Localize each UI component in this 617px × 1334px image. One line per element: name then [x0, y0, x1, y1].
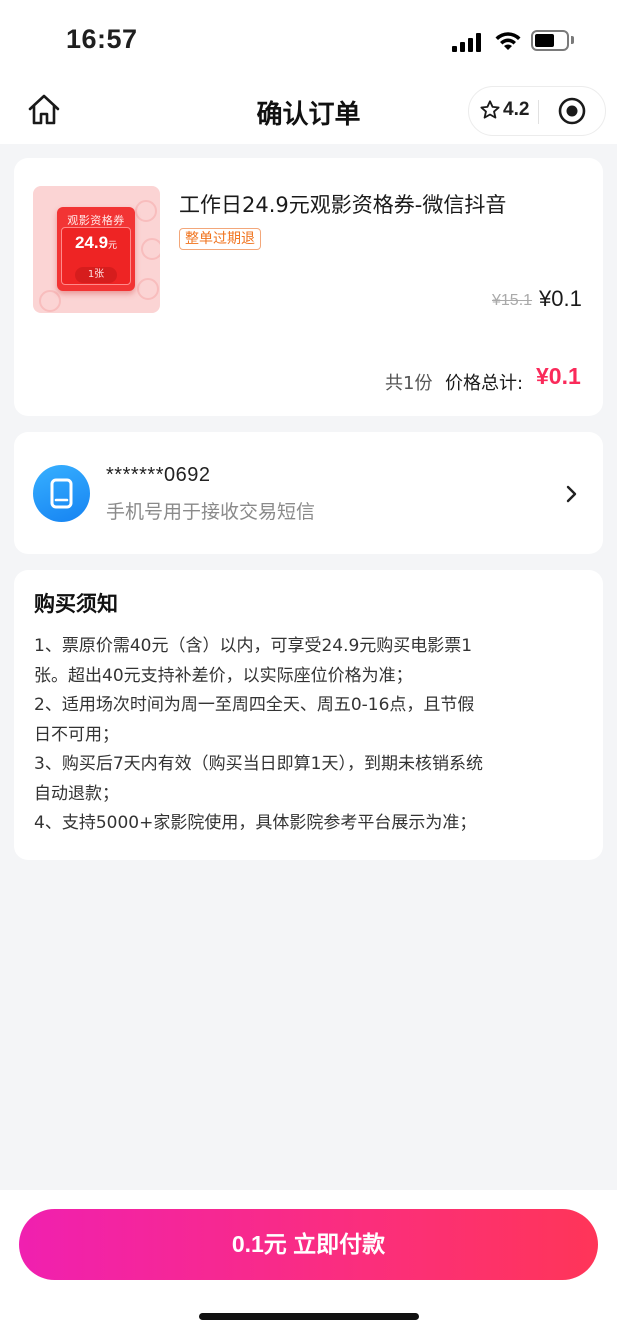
status-time: 16:57 [66, 24, 138, 54]
notice-line: 日不可用； [34, 724, 119, 745]
quantity-text: 共1份 [385, 373, 433, 394]
notice-line: 1、票原价需40元（含）以内，可享受24.9元购买电影票1 [34, 636, 473, 656]
refund-tag: 整单过期退 [179, 228, 261, 250]
signal-icon [452, 32, 484, 52]
ticket-title: 观影资格券 [67, 214, 125, 227]
product-card: 观影资格券 24.9元 1张 工作日24.9元观影资格券-微信抖音 整单过期退 … [14, 158, 603, 416]
notice-line: 张。超出40元支持补差价，以实际座位价格为准； [34, 665, 413, 686]
ticket-count: 1张 [75, 267, 117, 283]
star-icon[interactable] [479, 99, 501, 121]
mini-program-capsule: 4.2 [468, 86, 606, 136]
phone-icon [33, 465, 90, 522]
pay-now-button[interactable]: 0.1元 立即付款 [19, 1209, 598, 1280]
phone-number: *******0692 [106, 464, 211, 486]
rating-value[interactable]: 4.2 [503, 99, 529, 121]
total-label: 价格总计: [445, 373, 524, 394]
notice-title: 购买须知 [34, 592, 118, 616]
current-price: ¥0.1 [539, 286, 582, 311]
notice-body: 1、票原价需40元（含）以内，可享受24.9元购买电影票1 张。超出40元支持补… [34, 632, 590, 839]
ticket-amount: 24.9元 [74, 233, 118, 252]
product-name: 工作日24.9元观影资格券-微信抖音 [179, 193, 507, 217]
total-price: ¥0.1 [536, 363, 581, 389]
target-icon[interactable] [557, 96, 587, 126]
battery-icon [531, 30, 569, 51]
original-price: ¥15.1 [492, 292, 533, 309]
home-indicator [199, 1313, 419, 1320]
notice-line: 自动退款； [34, 783, 119, 804]
phone-hint: 手机号用于接收交易短信 [106, 501, 316, 523]
status-bar: 16:57 [0, 0, 617, 78]
purchase-notice-card: 购买须知 1、票原价需40元（含）以内，可享受24.9元购买电影票1 张。超出4… [14, 570, 603, 860]
bottom-bar: 0.1元 立即付款 [0, 1190, 617, 1334]
nav-bar: 确认订单 4.2 [0, 78, 617, 144]
notice-line: 4、支持5000+家影院使用，具体影院参考平台展示为准； [34, 813, 477, 833]
product-thumbnail: 观影资格券 24.9元 1张 [33, 186, 160, 313]
wifi-icon [495, 32, 521, 50]
notice-line: 2、适用场次时间为周一至周四全天、周五0-16点，且节假 [34, 695, 475, 715]
chevron-right-icon[interactable] [564, 484, 578, 504]
phone-card[interactable]: *******0692 手机号用于接收交易短信 [14, 432, 603, 554]
ticket-icon: 观影资格券 24.9元 1张 [57, 207, 135, 291]
notice-line: 3、购买后7天内有效（购买当日即算1天），到期未核销系统 [34, 754, 483, 774]
